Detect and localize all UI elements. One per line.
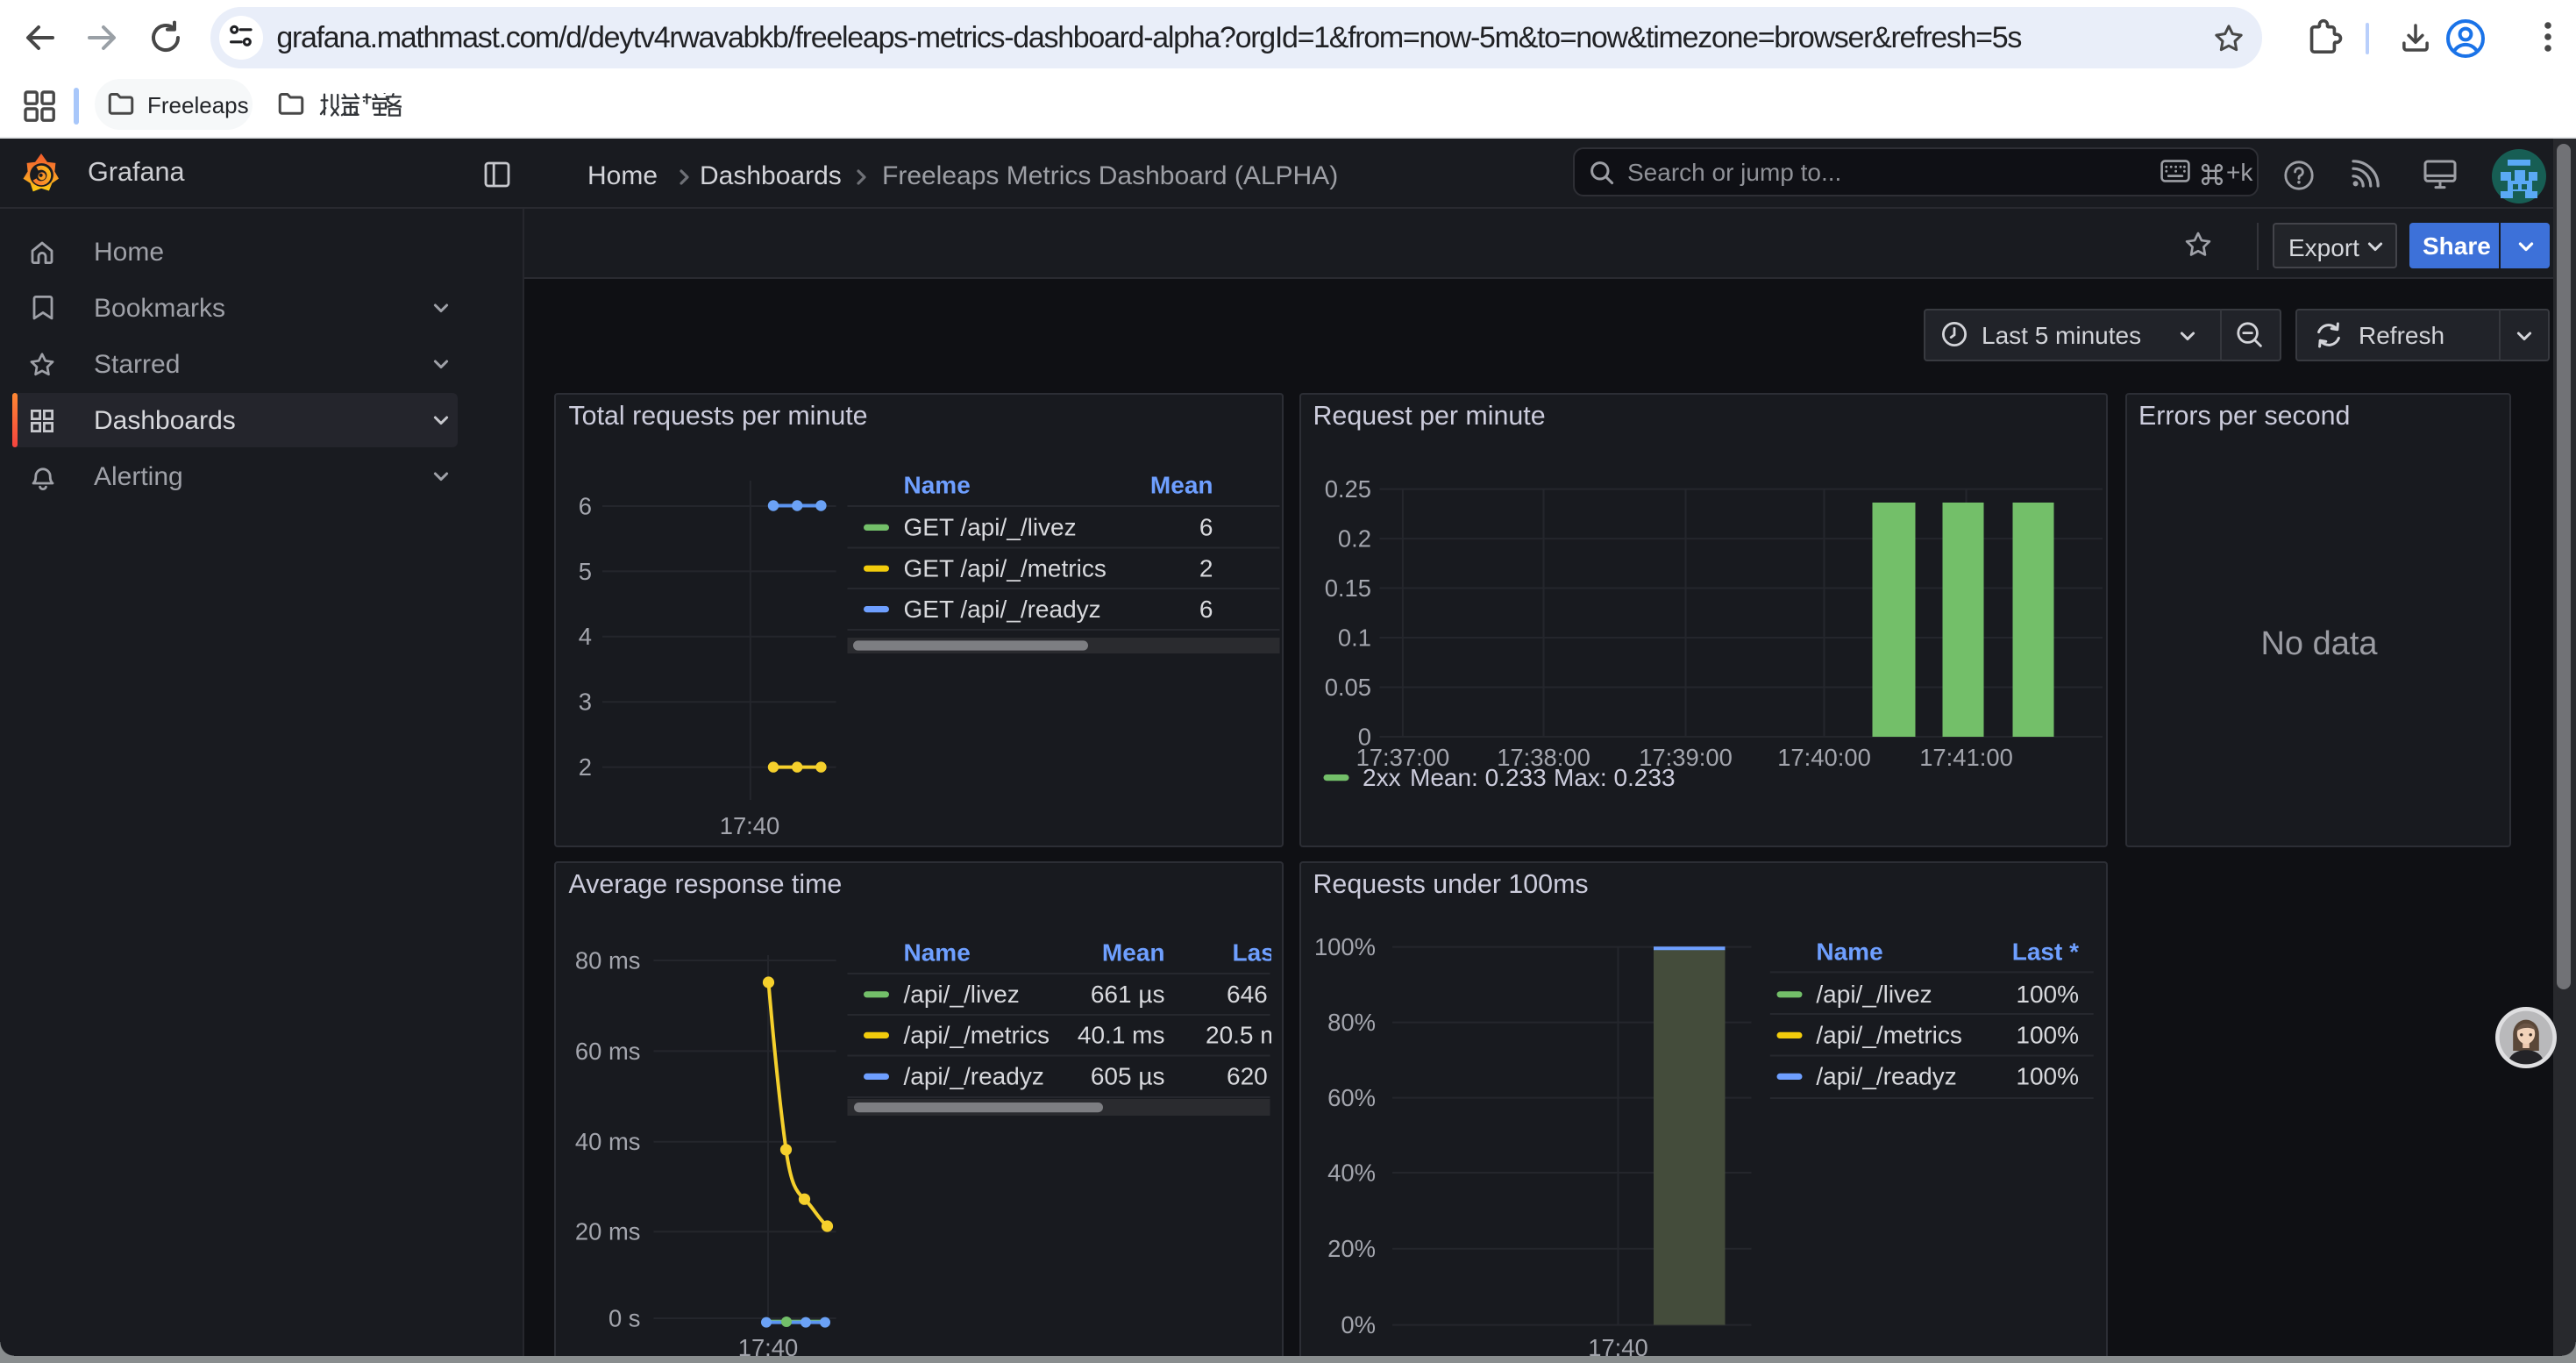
- svg-text:100%: 100%: [2016, 1021, 2079, 1048]
- svg-text:2: 2: [579, 753, 592, 780]
- svg-text:Mean: Mean: [1102, 938, 1165, 966]
- svg-text:0.25: 0.25: [1324, 475, 1370, 502]
- svg-text:Last *: Last *: [1233, 938, 1270, 966]
- svg-text:GET /api/_/metrics: GET /api/_/metrics: [904, 553, 1107, 581]
- svg-text:GET /api/_/livez: GET /api/_/livez: [904, 513, 1077, 540]
- svg-text:Name: Name: [904, 471, 971, 498]
- svg-text:Last *: Last *: [2011, 937, 2078, 964]
- svg-text:/api/_/readyz: /api/_/readyz: [1816, 1062, 1956, 1089]
- svg-text:0 s: 0 s: [608, 1303, 641, 1331]
- svg-text:60%: 60%: [1327, 1083, 1376, 1110]
- svg-text:80 ms: 80 ms: [575, 946, 641, 973]
- svg-text:17:40:00: 17:40:00: [1777, 743, 1871, 770]
- svg-text:620: 620: [1228, 1062, 1269, 1089]
- svg-text:4: 4: [579, 622, 592, 649]
- svg-text:100%: 100%: [2016, 1062, 2079, 1089]
- svg-text:605 µs: 605 µs: [1091, 1062, 1165, 1089]
- svg-text:Name: Name: [1816, 937, 1882, 964]
- svg-text:40%: 40%: [1327, 1158, 1376, 1185]
- svg-text:646: 646: [1228, 980, 1269, 1007]
- svg-text:20.5 ms: 20.5 ms: [1206, 1021, 1271, 1048]
- svg-text:Mean: 0.233: Mean: 0.233: [1410, 763, 1547, 790]
- svg-text:0.05: 0.05: [1324, 673, 1370, 700]
- svg-text:2xx: 2xx: [1363, 763, 1401, 790]
- svg-text:0%: 0%: [1341, 1310, 1376, 1338]
- svg-text:60 ms: 60 ms: [575, 1037, 641, 1064]
- svg-text:20 ms: 20 ms: [575, 1217, 641, 1245]
- svg-text:2: 2: [1199, 553, 1213, 581]
- svg-text:0.1: 0.1: [1337, 623, 1370, 650]
- svg-text:Max: 0.233: Max: 0.233: [1554, 763, 1676, 790]
- svg-text:3: 3: [579, 688, 592, 715]
- svg-text:/api/_/metrics: /api/_/metrics: [1816, 1021, 1962, 1048]
- svg-text:40.1 ms: 40.1 ms: [1078, 1021, 1165, 1048]
- svg-text:6: 6: [579, 491, 592, 518]
- svg-text:6: 6: [1199, 513, 1213, 540]
- svg-text:661 µs: 661 µs: [1091, 980, 1165, 1007]
- svg-text:Name: Name: [904, 938, 971, 966]
- svg-text:/api/_/metrics: /api/_/metrics: [904, 1021, 1050, 1048]
- svg-text:80%: 80%: [1327, 1008, 1376, 1035]
- svg-text:5: 5: [579, 557, 592, 584]
- svg-text:GET /api/_/readyz: GET /api/_/readyz: [904, 595, 1101, 622]
- svg-text:/api/_/livez: /api/_/livez: [1816, 980, 1932, 1007]
- svg-text:0.15: 0.15: [1324, 574, 1370, 601]
- svg-text:100%: 100%: [1313, 932, 1375, 960]
- svg-text:40 ms: 40 ms: [575, 1127, 641, 1154]
- svg-text:/api/_/livez: /api/_/livez: [904, 980, 1020, 1007]
- svg-text:/api/_/readyz: /api/_/readyz: [904, 1062, 1044, 1089]
- svg-text:Mean: Mean: [1150, 471, 1213, 498]
- svg-text:0.2: 0.2: [1337, 524, 1370, 551]
- svg-text:17:40: 17:40: [720, 811, 780, 838]
- svg-text:100%: 100%: [2016, 980, 2079, 1007]
- svg-text:6: 6: [1199, 595, 1213, 622]
- svg-text:17:41:00: 17:41:00: [1919, 743, 2013, 770]
- svg-text:20%: 20%: [1327, 1234, 1376, 1261]
